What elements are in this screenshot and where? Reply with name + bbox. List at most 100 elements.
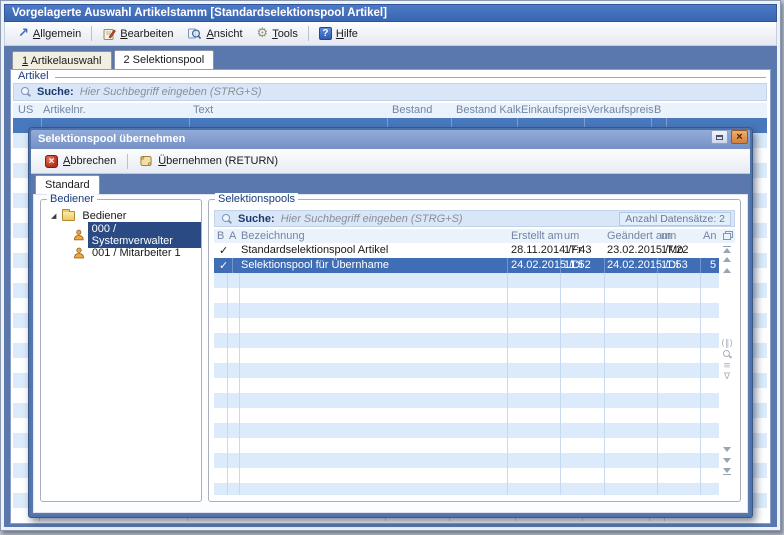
column-header-bezeichnung[interactable]: Bezeichnung <box>241 230 305 243</box>
dialog-titlebar-buttons: × <box>711 130 748 144</box>
column-header-an[interactable]: An <box>703 230 716 243</box>
filter-icon[interactable]: ∇ <box>721 371 733 382</box>
pools-table-header: B A Bezeichnung Erstellt am um Geändert … <box>214 229 735 243</box>
menu-item-hilfe[interactable]: ? Hilfe <box>312 25 365 42</box>
tab-label: Standard <box>45 179 90 191</box>
scroll-icon <box>139 154 153 168</box>
expander-icon[interactable]: ◢ <box>51 212 56 220</box>
menu-item-bearbeiten[interactable]: Bearbeiten <box>95 25 180 43</box>
user-icon <box>73 229 85 241</box>
help-icon: ? <box>319 27 332 40</box>
search-icon <box>222 214 232 224</box>
column-header-erstellt-am[interactable]: Erstellt am <box>511 230 563 243</box>
column-header-text[interactable]: Text <box>193 104 213 117</box>
dialog-tabstrip: Standard <box>35 175 100 194</box>
column-header-us[interactable]: US <box>18 104 33 117</box>
cell-um-1: 11:52 <box>564 259 591 272</box>
close-button[interactable]: × <box>731 130 748 144</box>
arrow-up-right-icon: ↗ <box>18 27 29 40</box>
menu-item-allgemein[interactable]: ↗ Allgemein <box>11 25 88 42</box>
tree-item-mitarbeiter1[interactable]: 001 / Mitarbeiter 1 <box>73 245 181 261</box>
cell-bezeichnung: Selektionspool für Übernhame <box>241 259 389 272</box>
column-separator <box>700 258 701 273</box>
column-header-bestand-kalk[interactable]: Bestand Kalk. <box>456 104 524 117</box>
pools-search-bar[interactable]: Suche: Hier Suchbegriff eingeben (STRG+S… <box>214 210 735 227</box>
sum-icon[interactable]: ≡ <box>721 360 733 371</box>
column-separator <box>657 258 658 273</box>
main-tabstrip: 1 Artikelauswahl 2 Selektionspool <box>12 49 214 69</box>
groupbox-selektionspools: Selektionspools Suche: Hier Suchbegriff … <box>208 199 741 502</box>
artikel-table-header: US Artikelnr. Text Bestand Bestand Kalk.… <box>13 103 767 118</box>
menu-label-tools: Tools <box>272 28 298 40</box>
group-label-bediener: Bediener <box>47 193 97 205</box>
dialog-titlebar: Selektionspool übernehmen <box>31 130 750 149</box>
menu-label-bearbeiten: Bearbeiten <box>120 28 173 40</box>
search-placeholder: Hier Suchbegriff eingeben (STRG+S) <box>281 213 463 225</box>
column-header-artikelnr[interactable]: Artikelnr. <box>43 104 86 117</box>
tab-standard[interactable]: Standard <box>35 175 100 194</box>
artikel-search-bar[interactable]: Suche: Hier Suchbegriff eingeben (STRG+S… <box>13 83 767 101</box>
toolbar-separator <box>127 154 128 169</box>
cell-um-2: 17:22 <box>661 244 689 257</box>
pools-empty-rows <box>214 273 719 495</box>
dialog-chrome: Standard Bediener ◢ Bediener <box>31 174 750 515</box>
scroll-to-top-button[interactable] <box>721 243 733 254</box>
column-header-b[interactable]: B <box>654 104 661 117</box>
column-separator <box>507 258 508 273</box>
column-header-b[interactable]: B <box>217 230 224 243</box>
screen: Vorgelagerte Auswahl Artikelstamm [Stand… <box>0 0 784 535</box>
minimize-button[interactable] <box>711 130 728 144</box>
column-header-verkaufspreis[interactable]: Verkaufspreis <box>587 104 654 117</box>
abbrechen-button[interactable]: × Abbrechen <box>37 153 124 170</box>
column-separator <box>604 258 605 273</box>
uebernehmen-button[interactable]: Übernehmen (RETURN) <box>131 152 286 170</box>
column-line <box>560 273 561 495</box>
scroll-to-bottom-button[interactable] <box>721 466 733 477</box>
cancel-x-icon: × <box>45 155 58 168</box>
tab-selektionspool[interactable]: 2 Selektionspool <box>114 50 215 69</box>
scroll-up-button[interactable] <box>721 265 733 276</box>
scroll-down-page-button[interactable] <box>721 455 733 466</box>
pools-row-selektionspool-uebernahme[interactable]: ✓ Selektionspool für Übernhame 24.02.201… <box>214 258 719 273</box>
main-window: Vorgelagerte Auswahl Artikelstamm [Stand… <box>0 0 781 531</box>
group-label-artikel: Artikel <box>15 70 52 82</box>
tab-label: 2 Selektionspool <box>124 54 205 66</box>
best-fit-icon[interactable]: (∥) <box>721 338 733 349</box>
group-line <box>55 77 766 78</box>
group-label-selektionspools: Selektionspools <box>215 193 298 205</box>
column-header-um-2[interactable]: um <box>661 230 676 243</box>
close-icon: × <box>736 132 742 143</box>
menu-label-allgemein: Allgemein <box>33 28 81 40</box>
checkmark-icon: ✓ <box>219 244 228 257</box>
menu-separator <box>91 26 92 41</box>
zoom-icon[interactable] <box>721 349 733 360</box>
column-chooser-icon[interactable] <box>723 231 733 240</box>
column-header-bestand[interactable]: Bestand <box>392 104 432 117</box>
scroll-up-page-button[interactable] <box>721 254 733 265</box>
scroll-down-button[interactable] <box>721 444 733 455</box>
menu-separator <box>308 26 309 41</box>
dialog-tabpage: Bediener ◢ Bediener 000 / Systemverwal <box>33 194 748 513</box>
edit-notebook-icon <box>102 27 116 41</box>
column-header-a[interactable]: A <box>229 230 236 243</box>
window-title: Vorgelagerte Auswahl Artikelstamm [Stand… <box>12 7 387 19</box>
menu-item-ansicht[interactable]: Ansicht <box>180 25 249 43</box>
tree-item-systemverwalter[interactable]: 000 / Systemverwalter <box>73 227 201 243</box>
search-label: Suche: <box>37 86 74 98</box>
tree-root-label: Bediener <box>82 210 126 222</box>
dialog-toolbar: × Abbrechen Übernehmen (RETURN) <box>31 149 750 174</box>
tab-artikelauswahl[interactable]: 1 Artikelauswahl <box>12 51 112 69</box>
column-header-einkaufspreis[interactable]: Einkaufspreis <box>521 104 587 117</box>
search-placeholder: Hier Suchbegriff eingeben (STRG+S) <box>80 86 262 98</box>
column-line <box>657 273 658 495</box>
menu-item-tools[interactable]: ⚙ Tools <box>250 25 305 42</box>
minimize-icon <box>716 135 723 140</box>
column-line <box>227 273 228 495</box>
window-titlebar: Vorgelagerte Auswahl Artikelstamm [Stand… <box>4 4 777 22</box>
tab-label: 1 Artikelauswahl <box>22 55 102 67</box>
cell-an: 5 <box>710 259 716 272</box>
dialog-selektionspool-uebernehmen: Selektionspool übernehmen × × Abbrechen <box>28 127 753 518</box>
pools-row-standardselektionspool[interactable]: ✓ Standardselektionspool Artikel 28.11.2… <box>214 243 719 258</box>
column-header-um-1[interactable]: um <box>564 230 579 243</box>
column-line <box>239 273 240 495</box>
